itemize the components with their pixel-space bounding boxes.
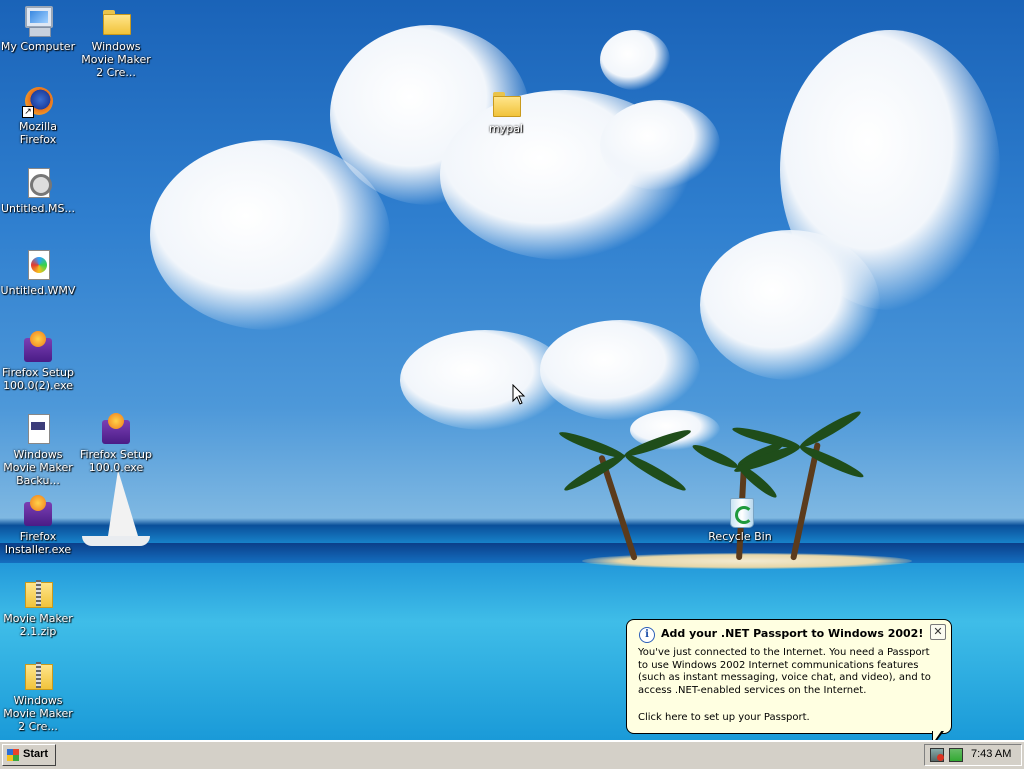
desktop-icon-firefox-setup-2[interactable]: Firefox Setup 100.0(2).exe — [0, 330, 76, 392]
installer-icon — [21, 330, 55, 364]
close-icon[interactable]: ✕ — [930, 624, 946, 640]
installer-icon — [99, 412, 133, 446]
icon-label: Mozilla Firefox — [19, 120, 57, 146]
cloud — [540, 320, 700, 420]
mouse-cursor-icon — [512, 384, 526, 405]
windows-logo-icon — [7, 749, 19, 761]
start-button[interactable]: Start — [2, 744, 56, 766]
installer-icon — [21, 494, 55, 528]
icon-label: Movie Maker 2.1.zip — [3, 612, 73, 638]
desktop-icon-mypal[interactable]: mypal — [468, 86, 544, 135]
desktop-icon-recycle-bin[interactable]: Recycle Bin — [702, 494, 778, 543]
zip-folder-icon — [21, 658, 55, 692]
desktop: My Computer ↗ Mozilla Firefox Untitled.M… — [0, 0, 1024, 740]
network-connection-icon[interactable] — [949, 748, 963, 762]
desktop-icon-wmm-backup[interactable]: Windows Movie Maker Backu... — [0, 412, 76, 487]
recycle-bin-icon — [723, 494, 757, 528]
icon-label: Recycle Bin — [708, 530, 772, 543]
my-computer-icon — [21, 4, 55, 38]
desktop-icon-untitled-ms[interactable]: Untitled.MS... — [0, 166, 76, 215]
icon-label: Firefox Setup 100.0.exe — [80, 448, 152, 474]
cloud — [600, 30, 670, 90]
icon-label: Windows Movie Maker Backu... — [3, 448, 73, 487]
icon-label: Windows Movie Maker 2 Cre... — [3, 694, 73, 733]
start-label: Start — [23, 748, 49, 760]
desktop-icon-firefox-installer[interactable]: Firefox Installer.exe — [0, 494, 76, 556]
cloud — [700, 230, 880, 380]
folder-icon — [489, 86, 523, 120]
icon-label: Untitled.MS... — [1, 202, 75, 215]
desktop-icon-untitled-wmv[interactable]: Untitled.WMV — [0, 248, 76, 297]
desktop-icon-firefox-setup[interactable]: Firefox Setup 100.0.exe — [78, 412, 154, 474]
desktop-icon-movie-maker-zip[interactable]: Movie Maker 2.1.zip — [0, 576, 76, 638]
icon-label: Firefox Installer.exe — [4, 530, 72, 556]
icon-label: Windows Movie Maker 2 Cre... — [81, 40, 151, 79]
system-tray: 7:43 AM — [924, 744, 1022, 766]
desktop-icon-wmm-folder[interactable]: Windows Movie Maker 2 Cre... — [78, 4, 154, 79]
cloud — [600, 100, 720, 190]
info-icon: i — [639, 627, 655, 643]
desktop-icon-wmm-2-zip[interactable]: Windows Movie Maker 2 Cre... — [0, 658, 76, 733]
taskbar: Start 7:43 AM — [0, 740, 1024, 769]
icon-label: Firefox Setup 100.0(2).exe — [2, 366, 74, 392]
setup-passport-link[interactable]: Click here to set up your Passport. — [638, 712, 810, 723]
passport-notification-balloon[interactable]: i Add your .NET Passport to Windows 2002… — [626, 619, 952, 734]
error-badge-icon — [937, 754, 944, 761]
balloon-body: You've just connected to the Internet. Y… — [638, 647, 931, 696]
sailboat — [82, 470, 152, 550]
icon-label: mypal — [488, 122, 523, 135]
desktop-icon-my-computer[interactable]: My Computer — [0, 4, 76, 53]
icon-label: Untitled.WMV — [0, 284, 76, 297]
balloon-title: Add your .NET Passport to Windows 2002! — [661, 627, 924, 640]
wmv-file-icon — [21, 248, 55, 282]
icon-label: My Computer — [0, 40, 76, 53]
text-document-icon — [21, 412, 55, 446]
zip-folder-icon — [21, 576, 55, 610]
folder-icon — [99, 4, 133, 38]
firefox-icon: ↗ — [21, 84, 55, 118]
desktop-icon-mozilla-firefox[interactable]: ↗ Mozilla Firefox — [0, 84, 76, 146]
palm-tree — [557, 420, 693, 561]
media-project-icon — [21, 166, 55, 200]
clock[interactable]: 7:43 AM — [971, 748, 1011, 760]
